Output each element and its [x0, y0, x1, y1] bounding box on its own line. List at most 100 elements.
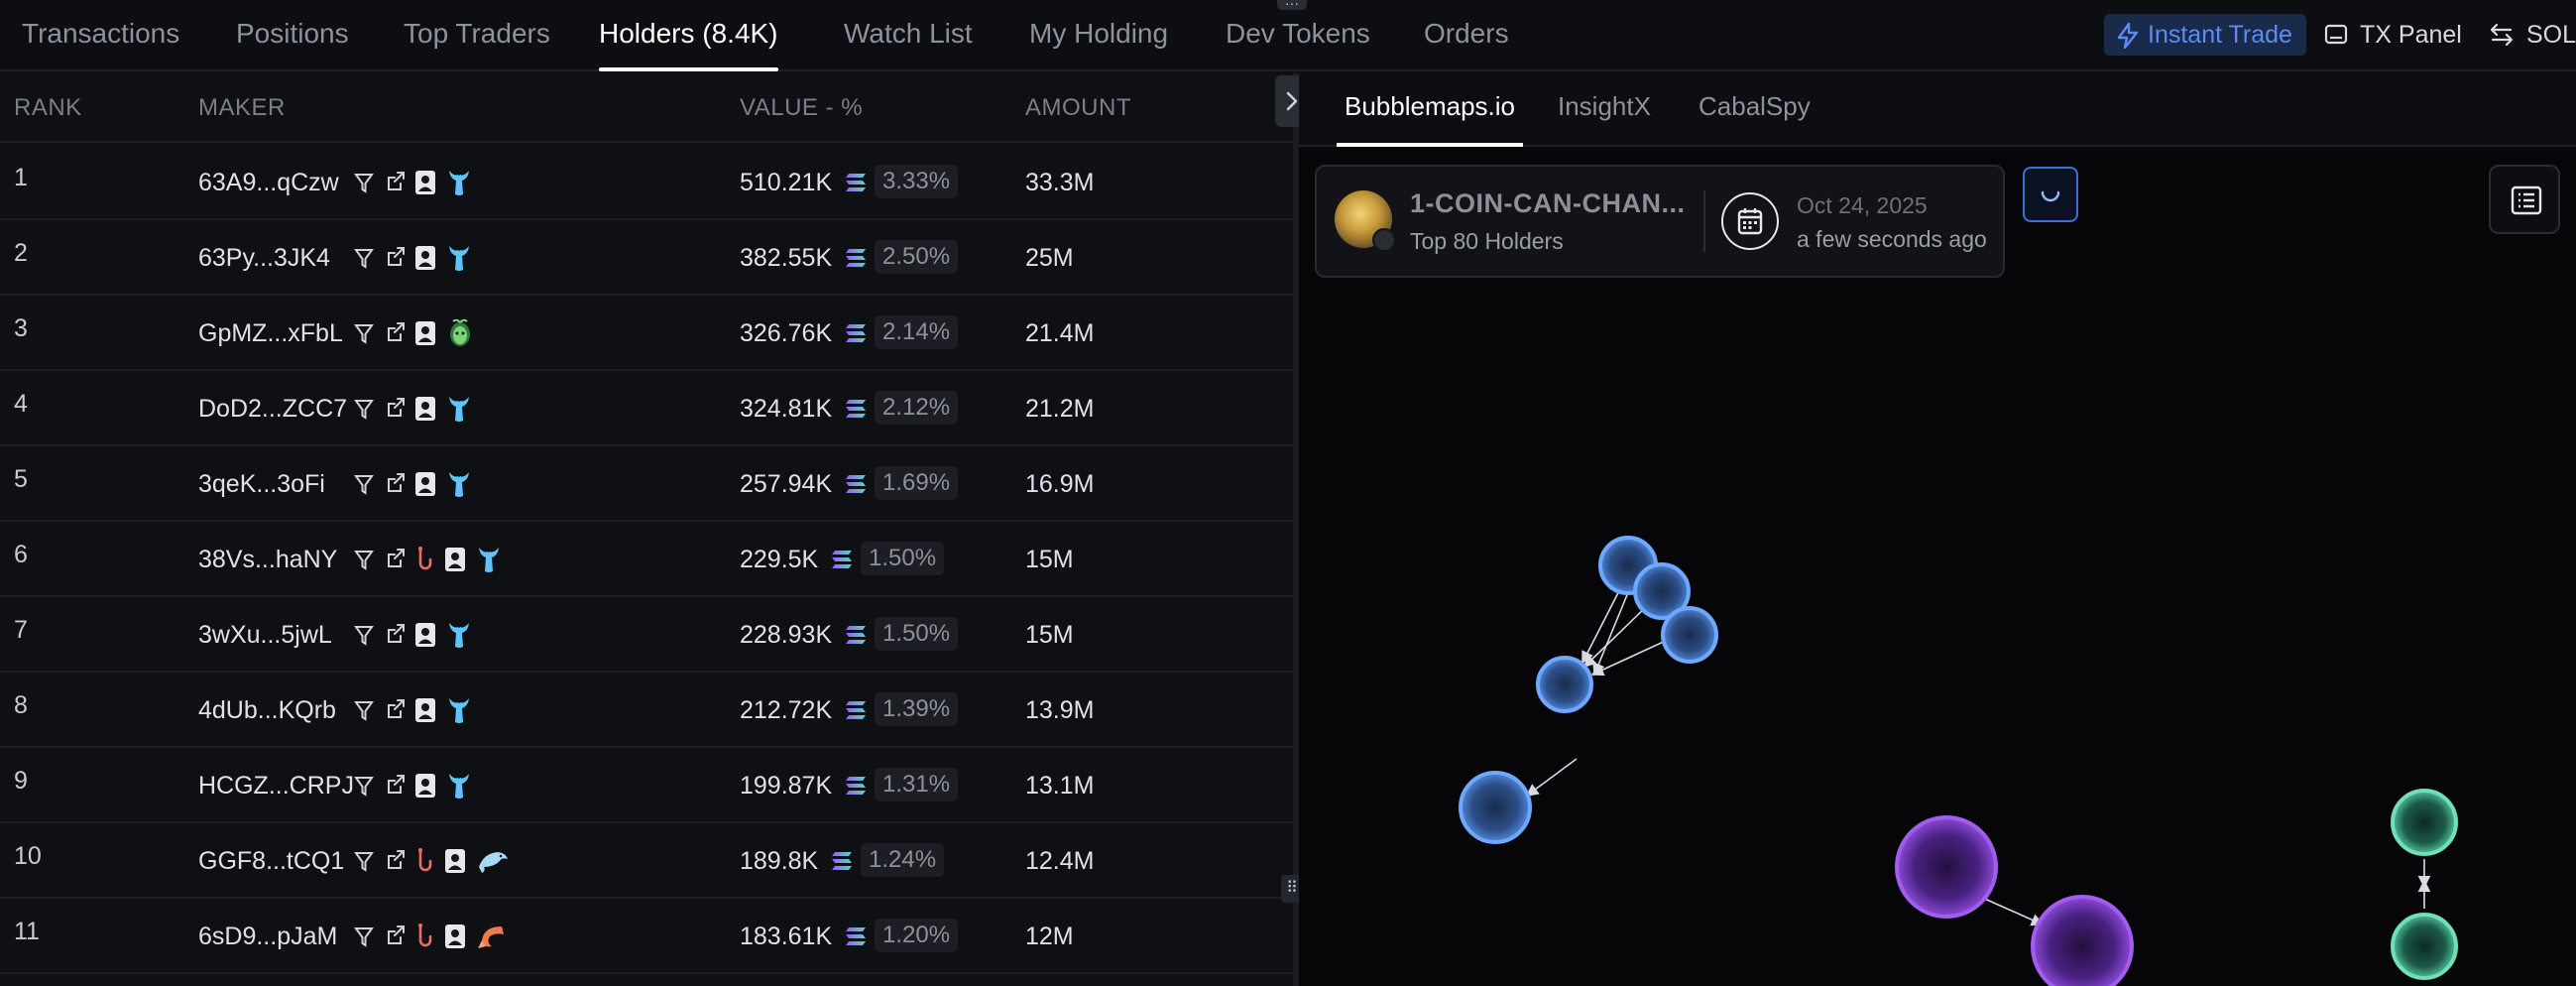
- filter-icon[interactable]: [353, 694, 375, 726]
- external-link-icon[interactable]: [383, 619, 407, 651]
- profile-icon[interactable]: [412, 619, 438, 651]
- percent-badge: 1.24%: [861, 843, 945, 877]
- external-link-icon[interactable]: [383, 468, 407, 500]
- maker-address[interactable]: 63Py...3JK4: [198, 220, 330, 296]
- external-link-icon[interactable]: [383, 393, 407, 425]
- filter-icon[interactable]: [353, 317, 375, 349]
- instant-trade-button[interactable]: Instant Trade: [2104, 14, 2306, 56]
- transfer-link: [1590, 639, 1669, 677]
- table-row[interactable]: 5 3qeK...3oFi 257.94K 1.69% 16.9M: [0, 446, 1293, 522]
- holder-bubble[interactable]: [2031, 895, 2134, 986]
- calendar-button[interactable]: [1721, 192, 1779, 250]
- solana-icon: [846, 174, 866, 191]
- sprout-icon: [449, 318, 470, 346]
- tab-cabalspy[interactable]: CabalSpy: [1698, 73, 1811, 147]
- table-row[interactable]: 2 63Py...3JK4 382.55K 2.50% 25M: [0, 220, 1293, 296]
- profile-icon[interactable]: [412, 694, 438, 726]
- external-link-icon[interactable]: [383, 694, 407, 726]
- updated-time: a few seconds ago: [1797, 226, 1987, 252]
- maker-address[interactable]: 38Vs...haNY: [198, 522, 337, 597]
- filter-icon[interactable]: [353, 921, 375, 952]
- tab-transactions[interactable]: Transactions: [22, 0, 179, 71]
- profile-icon[interactable]: [412, 167, 438, 198]
- maker-address[interactable]: GGF8...tCQ1: [198, 823, 344, 899]
- external-link-icon[interactable]: [383, 921, 407, 952]
- filter-icon[interactable]: [353, 544, 375, 575]
- currency-toggle[interactable]: SOL: [2489, 14, 2576, 56]
- value-cell: 228.93K: [740, 621, 833, 649]
- profile-icon[interactable]: [412, 468, 438, 500]
- tab-positions[interactable]: Positions: [236, 0, 349, 71]
- table-row[interactable]: 8 4dUb...KQrb 212.72K 1.39% 13.9M: [0, 673, 1293, 748]
- maker-address[interactable]: 63A9...qCzw: [198, 145, 339, 220]
- table-row[interactable]: 4 DoD2...ZCC7 324.81K 2.12% 21.2M: [0, 371, 1293, 446]
- holder-bubble[interactable]: [1459, 771, 1532, 844]
- filter-icon[interactable]: [353, 468, 375, 500]
- tab-top-traders[interactable]: Top Traders: [404, 0, 550, 71]
- profile-icon[interactable]: [442, 544, 468, 575]
- value-cell: 212.72K: [740, 696, 833, 724]
- filter-icon[interactable]: [353, 242, 375, 274]
- table-row[interactable]: 7 3wXu...5jwL 228.93K 1.50% 15M: [0, 597, 1293, 673]
- holder-bubble[interactable]: [1895, 815, 1998, 919]
- table-row[interactable]: 3 GpMZ...xFbL 326.76K 2.14% 21.4M: [0, 296, 1293, 371]
- profile-icon[interactable]: [412, 393, 438, 425]
- value-cell: 382.55K: [740, 244, 833, 272]
- tx-panel-label: TX Panel: [2360, 21, 2462, 49]
- holder-bubble[interactable]: [2391, 789, 2458, 856]
- holder-bubble[interactable]: [1661, 606, 1718, 664]
- tab-bubblemaps[interactable]: Bubblemaps.io: [1337, 73, 1523, 147]
- maker-address[interactable]: 4dUb...KQrb: [198, 673, 336, 748]
- external-link-icon[interactable]: [383, 317, 407, 349]
- holder-bubble[interactable]: [2391, 913, 2458, 980]
- profile-icon[interactable]: [442, 921, 468, 952]
- filter-icon[interactable]: [353, 770, 375, 801]
- table-row[interactable]: 11 6sD9...pJaM 183.61K 1.20% 12M: [0, 899, 1293, 974]
- holder-bubble[interactable]: [1536, 656, 1593, 713]
- table-header: RANK MAKER VALUE - % AMOUNT: [0, 73, 1293, 143]
- maker-address[interactable]: 3qeK...3oFi: [198, 446, 325, 522]
- filter-icon[interactable]: [353, 619, 375, 651]
- maker-address[interactable]: DoD2...ZCC7: [198, 371, 347, 446]
- external-link-icon[interactable]: [383, 845, 407, 877]
- header-amount[interactable]: AMOUNT: [1025, 73, 1131, 143]
- whale-icon: [448, 397, 469, 422]
- tab-orders[interactable]: Orders: [1424, 0, 1509, 71]
- external-link-icon[interactable]: [383, 544, 407, 575]
- maker-address[interactable]: 3wXu...5jwL: [198, 597, 332, 673]
- value-cell: 510.21K: [740, 169, 833, 196]
- table-row[interactable]: 6 38Vs...haNY 229.5K 1.50% 15M: [0, 522, 1293, 597]
- maker-address[interactable]: HCGZ...CRPJ: [198, 748, 354, 823]
- external-link-icon[interactable]: [383, 167, 407, 198]
- filter-icon[interactable]: [353, 167, 375, 198]
- panel-icon: [2324, 24, 2348, 45]
- profile-icon[interactable]: [412, 770, 438, 801]
- profile-icon[interactable]: [442, 845, 468, 877]
- profile-icon[interactable]: [412, 242, 438, 274]
- hook-icon: [417, 848, 431, 872]
- filter-icon[interactable]: [353, 845, 375, 877]
- calendar-icon: [1737, 208, 1763, 235]
- profile-icon[interactable]: [412, 317, 438, 349]
- header-value[interactable]: VALUE - %: [740, 73, 863, 143]
- solana-icon: [832, 852, 852, 870]
- filter-icon[interactable]: [353, 393, 375, 425]
- maker-address[interactable]: 6sD9...pJaM: [198, 899, 337, 974]
- table-row[interactable]: 10 GGF8...tCQ1 189.8K 1.24% 12.4M: [0, 823, 1293, 899]
- amount-cell: 21.2M: [1025, 395, 1095, 423]
- table-row[interactable]: 9 HCGZ...CRPJ 199.87K 1.31% 13.1M: [0, 748, 1293, 823]
- tab-holders[interactable]: Holders (8.4K): [599, 0, 778, 71]
- external-link-icon[interactable]: [383, 770, 407, 801]
- tab-watch-list[interactable]: Watch List: [844, 0, 973, 71]
- holders-list-button[interactable]: [2489, 165, 2560, 234]
- drag-handle[interactable]: ···: [1277, 0, 1307, 10]
- table-row[interactable]: 1 63A9...qCzw 510.21K 3.33% 33.3M: [0, 145, 1293, 220]
- tab-my-holding[interactable]: My Holding: [1029, 0, 1168, 71]
- rank-cell: 3: [14, 314, 28, 342]
- tx-panel-button[interactable]: TX Panel: [2324, 14, 2462, 56]
- external-link-icon[interactable]: [383, 242, 407, 274]
- rank-cell: 6: [14, 541, 28, 568]
- rank-cell: 7: [14, 616, 28, 644]
- tab-insightx[interactable]: InsightX: [1558, 73, 1651, 147]
- maker-address[interactable]: GpMZ...xFbL: [198, 296, 343, 371]
